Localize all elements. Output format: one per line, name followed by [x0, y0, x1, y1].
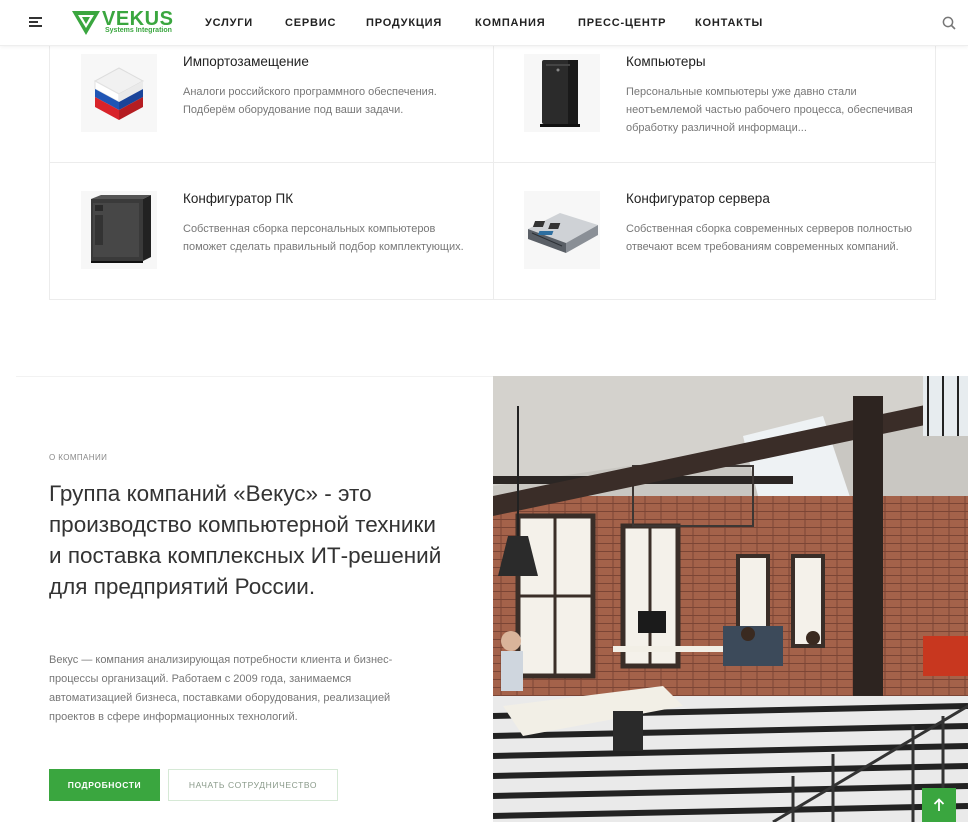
nav-item-products[interactable]: ПРОДУКЦИЯ — [366, 17, 442, 29]
card-description: Собственная сборка персональных компьюте… — [183, 223, 464, 253]
nav-item-press-center[interactable]: ПРЕСС-ЦЕНТР — [578, 17, 666, 29]
logo-mark-icon — [72, 11, 100, 35]
nav-item-company[interactable]: КОМПАНИЯ — [475, 17, 545, 29]
details-button[interactable]: ПОДРОБНОСТИ — [49, 769, 160, 801]
nav-item-service[interactable]: СЕРВИС — [285, 17, 336, 29]
logo-text: VEKUS — [102, 8, 174, 30]
card-description: Аналоги российского программного обеспеч… — [183, 86, 437, 116]
card-title: Импортозамещение — [183, 54, 309, 69]
arrow-up-icon — [933, 798, 945, 811]
section-eyebrow: О КОМПАНИИ — [49, 453, 108, 462]
card-title: Конфигуратор сервера — [626, 191, 770, 206]
search-icon[interactable] — [942, 16, 956, 30]
nav-item-services[interactable]: УСЛУГИ — [205, 17, 253, 29]
about-body: Векус — компания анализирующая потребнос… — [49, 654, 393, 723]
start-cooperation-button[interactable]: НАЧАТЬ СОТРУДНИЧЕСТВО — [168, 769, 338, 801]
about-headline: Группа компаний «Векус» - это производст… — [49, 481, 442, 599]
card-title: Конфигуратор ПК — [183, 191, 294, 206]
card-description: Персональные компьютеры уже давно стали … — [626, 86, 913, 134]
products-grid: Импортозамещение Аналоги российского про… — [49, 26, 936, 300]
card-description: Собственная сборка современных серверов … — [626, 223, 912, 253]
logo-subtitle: Systems Integration — [105, 27, 172, 34]
site-header: VEKUS Systems Integration УСЛУГИ СЕРВИС … — [0, 0, 968, 46]
menu-icon[interactable] — [29, 17, 42, 28]
scroll-to-top-button[interactable] — [922, 788, 956, 822]
office-photo — [493, 376, 968, 822]
nav-item-contacts[interactable]: КОНТАКТЫ — [695, 17, 763, 29]
card-title: Компьютеры — [626, 54, 706, 69]
rack-server-image — [524, 191, 600, 269]
pc-tower-image — [524, 54, 600, 132]
divider — [50, 162, 935, 163]
logo[interactable]: VEKUS Systems Integration — [72, 9, 176, 37]
russian-flag-cube-image — [81, 54, 157, 132]
pc-case-image — [81, 191, 157, 269]
